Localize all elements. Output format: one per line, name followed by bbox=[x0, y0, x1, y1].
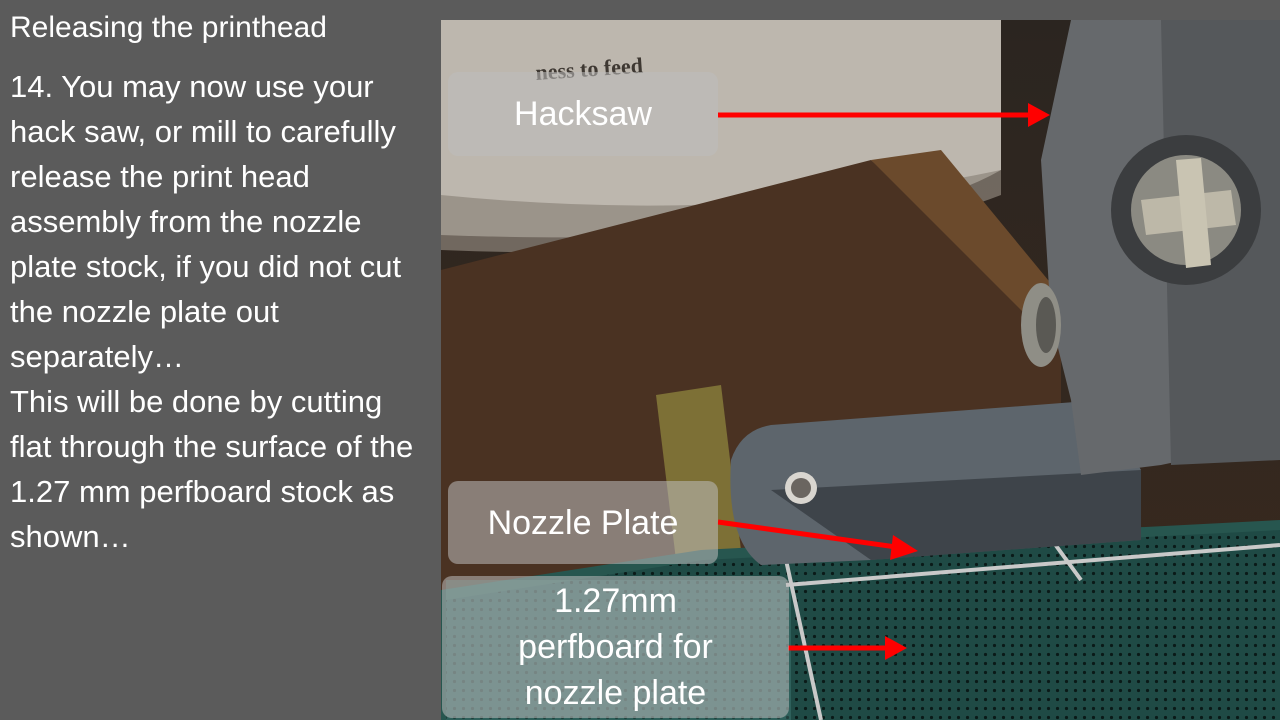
instruction-paragraph-2: This will be done by cutting flat throug… bbox=[10, 384, 414, 554]
slide-body: 14. You may now use your hack saw, or mi… bbox=[10, 64, 430, 559]
hacksaw-label-text: Hacksaw bbox=[514, 95, 652, 133]
perfboard-label-line-2: perfboard for bbox=[518, 628, 713, 666]
perfboard-label-line-3: nozzle plate bbox=[524, 674, 707, 712]
perfboard-label-line-1: 1.27mm bbox=[554, 582, 677, 620]
nozzle-plate-label-text: Nozzle Plate bbox=[487, 503, 679, 542]
hacksaw-label: Hacksaw bbox=[448, 72, 718, 156]
instruction-paragraph: 14. You may now use your hack saw, or mi… bbox=[10, 69, 402, 374]
nozzle-plate-label: Nozzle Plate bbox=[448, 481, 718, 564]
perfboard-label: 1.27mm perfboard for nozzle plate bbox=[442, 576, 789, 718]
slide-title: Releasing the printhead bbox=[10, 11, 327, 44]
